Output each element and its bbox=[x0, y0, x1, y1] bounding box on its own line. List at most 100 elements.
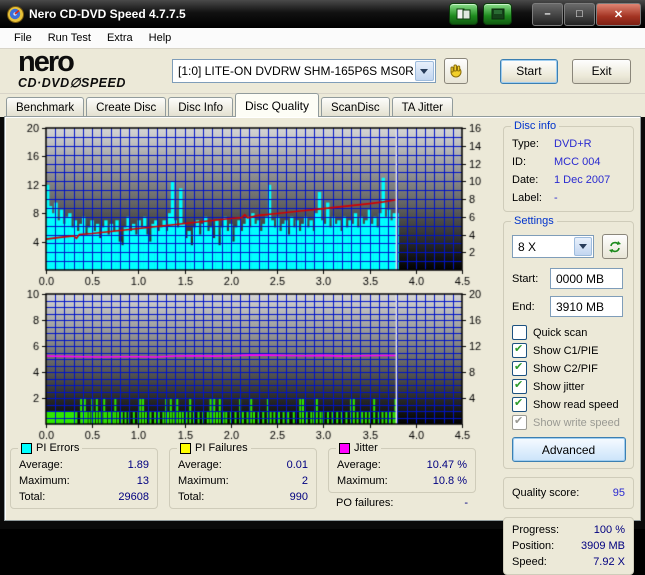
disc-info-value: 1 Dec 2007 bbox=[554, 174, 611, 186]
stat-label: Maximum: bbox=[178, 475, 229, 487]
stat-value: 990 bbox=[289, 491, 308, 503]
checkbox-show-c2-pif[interactable] bbox=[512, 360, 527, 376]
jitter-legend-swatch bbox=[339, 442, 350, 454]
menu-item-file[interactable]: File bbox=[6, 30, 40, 46]
header: nero CD·DVD∅SPEED [1:0] LITE-ON DVDRW SH… bbox=[0, 48, 645, 94]
checkbox-show-read-speed[interactable] bbox=[512, 396, 527, 412]
hand-icon bbox=[450, 64, 462, 78]
checkbox-quick-scan[interactable] bbox=[512, 325, 527, 340]
stat-label: Average: bbox=[19, 459, 63, 471]
tab-disc-info[interactable]: Disc Info bbox=[168, 97, 233, 117]
checkbox-row-show-c1-pie: Show C1/PIE bbox=[504, 341, 633, 359]
disc-info-value: - bbox=[554, 192, 558, 204]
jitter-stat-row: Maximum: 10.8 % bbox=[329, 473, 475, 489]
checkbox-label: Show jitter bbox=[533, 380, 585, 393]
checkbox-label: Show C2/PIF bbox=[533, 362, 598, 375]
progress-label: Progress: bbox=[512, 524, 560, 536]
menu-item-run-test[interactable]: Run Test bbox=[40, 30, 99, 46]
disc-info-label: Label: bbox=[512, 192, 542, 204]
stat-value: 0.01 bbox=[286, 459, 308, 471]
stat-label: Total: bbox=[178, 491, 205, 503]
refresh-icon bbox=[609, 240, 621, 253]
jitter-stats-title: Jitter bbox=[336, 442, 381, 454]
stat-value: 1.89 bbox=[127, 459, 149, 471]
progress-value: 100 % bbox=[593, 524, 625, 536]
stat-label: Maximum: bbox=[19, 475, 70, 487]
exit-button[interactable]: Exit bbox=[572, 58, 631, 84]
pi-failures-stats-title: PI Failures bbox=[177, 442, 251, 454]
drive-actions-button[interactable] bbox=[443, 58, 468, 84]
tab-scandisc[interactable]: ScanDisc bbox=[321, 97, 390, 117]
tab-create-disc[interactable]: Create Disc bbox=[86, 97, 167, 117]
nero-logo: nero CD·DVD∅SPEED bbox=[18, 48, 158, 91]
nero-logo-text: nero bbox=[18, 46, 75, 79]
pi-failures-stat-row: Average: 0.01 bbox=[170, 457, 316, 473]
start-button[interactable]: Start bbox=[499, 58, 559, 84]
stat-value: 2 bbox=[301, 475, 308, 487]
checkbox-row-show-jitter: Show jitter bbox=[504, 377, 633, 395]
minimize-button[interactable]: – bbox=[532, 2, 563, 26]
pi-failures-legend-swatch bbox=[180, 442, 191, 454]
pi-errors-legend-swatch bbox=[21, 442, 32, 454]
pi-errors-stats: PI Errors Average: 1.89 Maximum: 13 Total: 296… bbox=[10, 442, 158, 509]
stat-label: Average: bbox=[337, 459, 381, 471]
checkbox-show-c1-pie[interactable] bbox=[512, 342, 527, 358]
quality-score-box: Quality score: 95 bbox=[503, 477, 634, 509]
progress-value: 3909 MB bbox=[580, 540, 625, 552]
checkbox-row-show-write-speed: Show write speed bbox=[504, 413, 633, 431]
window-title: Nero CD-DVD Speed 4.7.7.5 bbox=[29, 7, 186, 21]
pi-failures-stats: PI Failures Average: 0.01 Maximum: 2 Total: 99… bbox=[169, 442, 317, 509]
stat-value: 10.8 % bbox=[432, 475, 467, 487]
refresh-button[interactable] bbox=[602, 234, 628, 259]
report-button[interactable] bbox=[449, 3, 478, 25]
checkbox-show-write-speed bbox=[512, 414, 527, 430]
side-panel: Disc info Type: DVD+R ID: MCC 004 Date: 1 Dec… bbox=[496, 117, 640, 575]
stat-label: Total: bbox=[19, 491, 46, 503]
progress-label: Speed: bbox=[512, 556, 547, 568]
menu-item-help[interactable]: Help bbox=[141, 30, 180, 46]
end-field-label: End: bbox=[512, 300, 535, 313]
pi-failures-chart bbox=[10, 288, 488, 442]
tab-benchmark[interactable]: Benchmark bbox=[6, 97, 85, 117]
progress-label: Position: bbox=[512, 540, 555, 552]
end-field[interactable] bbox=[550, 296, 623, 317]
menu-item-extra[interactable]: Extra bbox=[99, 30, 141, 46]
checkbox-show-jitter[interactable] bbox=[512, 378, 527, 394]
checkbox-row-quick-scan: Quick scan bbox=[504, 323, 633, 341]
advanced-button[interactable]: Advanced bbox=[511, 437, 626, 462]
drive-selector[interactable]: [1:0] LITE-ON DVDRW SHM-165P6S MS0R bbox=[172, 59, 436, 83]
drive-selector-dropdown-button[interactable] bbox=[414, 61, 434, 81]
disc-info-value: MCC 004 bbox=[554, 156, 601, 168]
cddvdspeed-logo-text: CD·DVD∅SPEED bbox=[18, 76, 126, 91]
pi-errors-stats-title: PI Errors bbox=[18, 442, 83, 454]
progress-row: Position: 3909 MB bbox=[504, 538, 633, 554]
po-failures-label: PO failures: bbox=[336, 497, 394, 509]
start-field[interactable] bbox=[550, 268, 623, 289]
disc-info-title: Disc info bbox=[511, 120, 560, 132]
checkbox-row-show-read-speed: Show read speed bbox=[504, 395, 633, 413]
disc-info-label: ID: bbox=[512, 156, 527, 168]
close-button[interactable]: ✕ bbox=[596, 2, 641, 26]
checkbox-label: Show write speed bbox=[533, 416, 620, 429]
checkbox-label: Show read speed bbox=[533, 398, 619, 411]
pi-failures-stat-row: Total: 990 bbox=[170, 489, 316, 505]
disc-info-group: Disc info Type: DVD+R ID: MCC 004 Date: 1 Dec… bbox=[503, 120, 634, 212]
tab-disc-quality[interactable]: Disc Quality bbox=[235, 93, 320, 117]
progress-value: 7.92 X bbox=[593, 556, 625, 568]
disc-info-row: Label: - bbox=[504, 189, 633, 207]
speed-selector[interactable]: 8 X bbox=[512, 235, 594, 258]
stat-label: Maximum: bbox=[337, 475, 388, 487]
speed-dropdown-button[interactable] bbox=[574, 237, 592, 256]
quality-score-label: Quality score: bbox=[512, 487, 580, 499]
drive-selector-value: [1:0] LITE-ON DVDRW SHM-165P6S MS0R bbox=[178, 64, 414, 78]
app-icon bbox=[7, 5, 24, 23]
charts-column: PI Errors Average: 1.89 Maximum: 13 Total: 296… bbox=[5, 117, 496, 520]
disc-info-value: DVD+R bbox=[554, 138, 592, 150]
settings-group: Settings 8 X Start: 0000 MB End: 3910 MB… bbox=[503, 215, 634, 469]
save-screenshot-button[interactable] bbox=[483, 3, 512, 25]
stat-value: 10.47 % bbox=[426, 459, 467, 471]
tab-ta-jitter[interactable]: TA Jitter bbox=[391, 97, 453, 117]
checkbox-row-show-c2-pif: Show C2/PIF bbox=[504, 359, 633, 377]
stat-value: 13 bbox=[136, 475, 149, 487]
maximize-button[interactable]: □ bbox=[564, 2, 595, 26]
